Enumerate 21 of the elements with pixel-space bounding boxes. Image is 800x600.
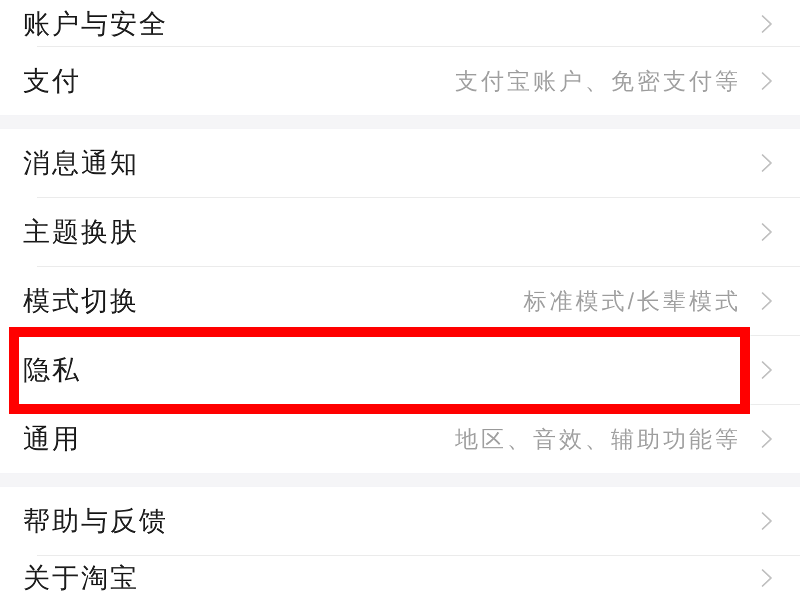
chevron-right-icon [761,222,773,242]
setting-value: 支付宝账户、免密支付等 [455,67,741,96]
chevron-right-icon [761,71,773,91]
setting-label[interactable]: 账户与安全 [23,8,168,40]
chevron-right-icon [761,568,773,588]
setting-label[interactable]: 帮助与反馈 [23,505,168,537]
chevron-right-icon [761,511,773,531]
setting-label[interactable]: 支付 [23,65,81,97]
setting-label[interactable]: 主题换肤 [23,216,139,248]
setting-value: 标准模式/长辈模式 [524,287,741,316]
setting-label[interactable]: 消息通知 [23,147,139,179]
chevron-right-icon [761,153,773,173]
setting-label[interactable]: 通用 [23,423,81,455]
chevron-right-icon [761,14,773,34]
setting-label[interactable]: 隐私 [23,354,81,386]
chevron-right-icon [761,291,773,311]
setting-label[interactable]: 模式切换 [23,285,139,317]
setting-label[interactable]: 关于淘宝 [23,562,139,594]
chevron-right-icon [761,360,773,380]
setting-value: 地区、音效、辅助功能等 [455,425,741,454]
chevron-right-icon [761,429,773,449]
